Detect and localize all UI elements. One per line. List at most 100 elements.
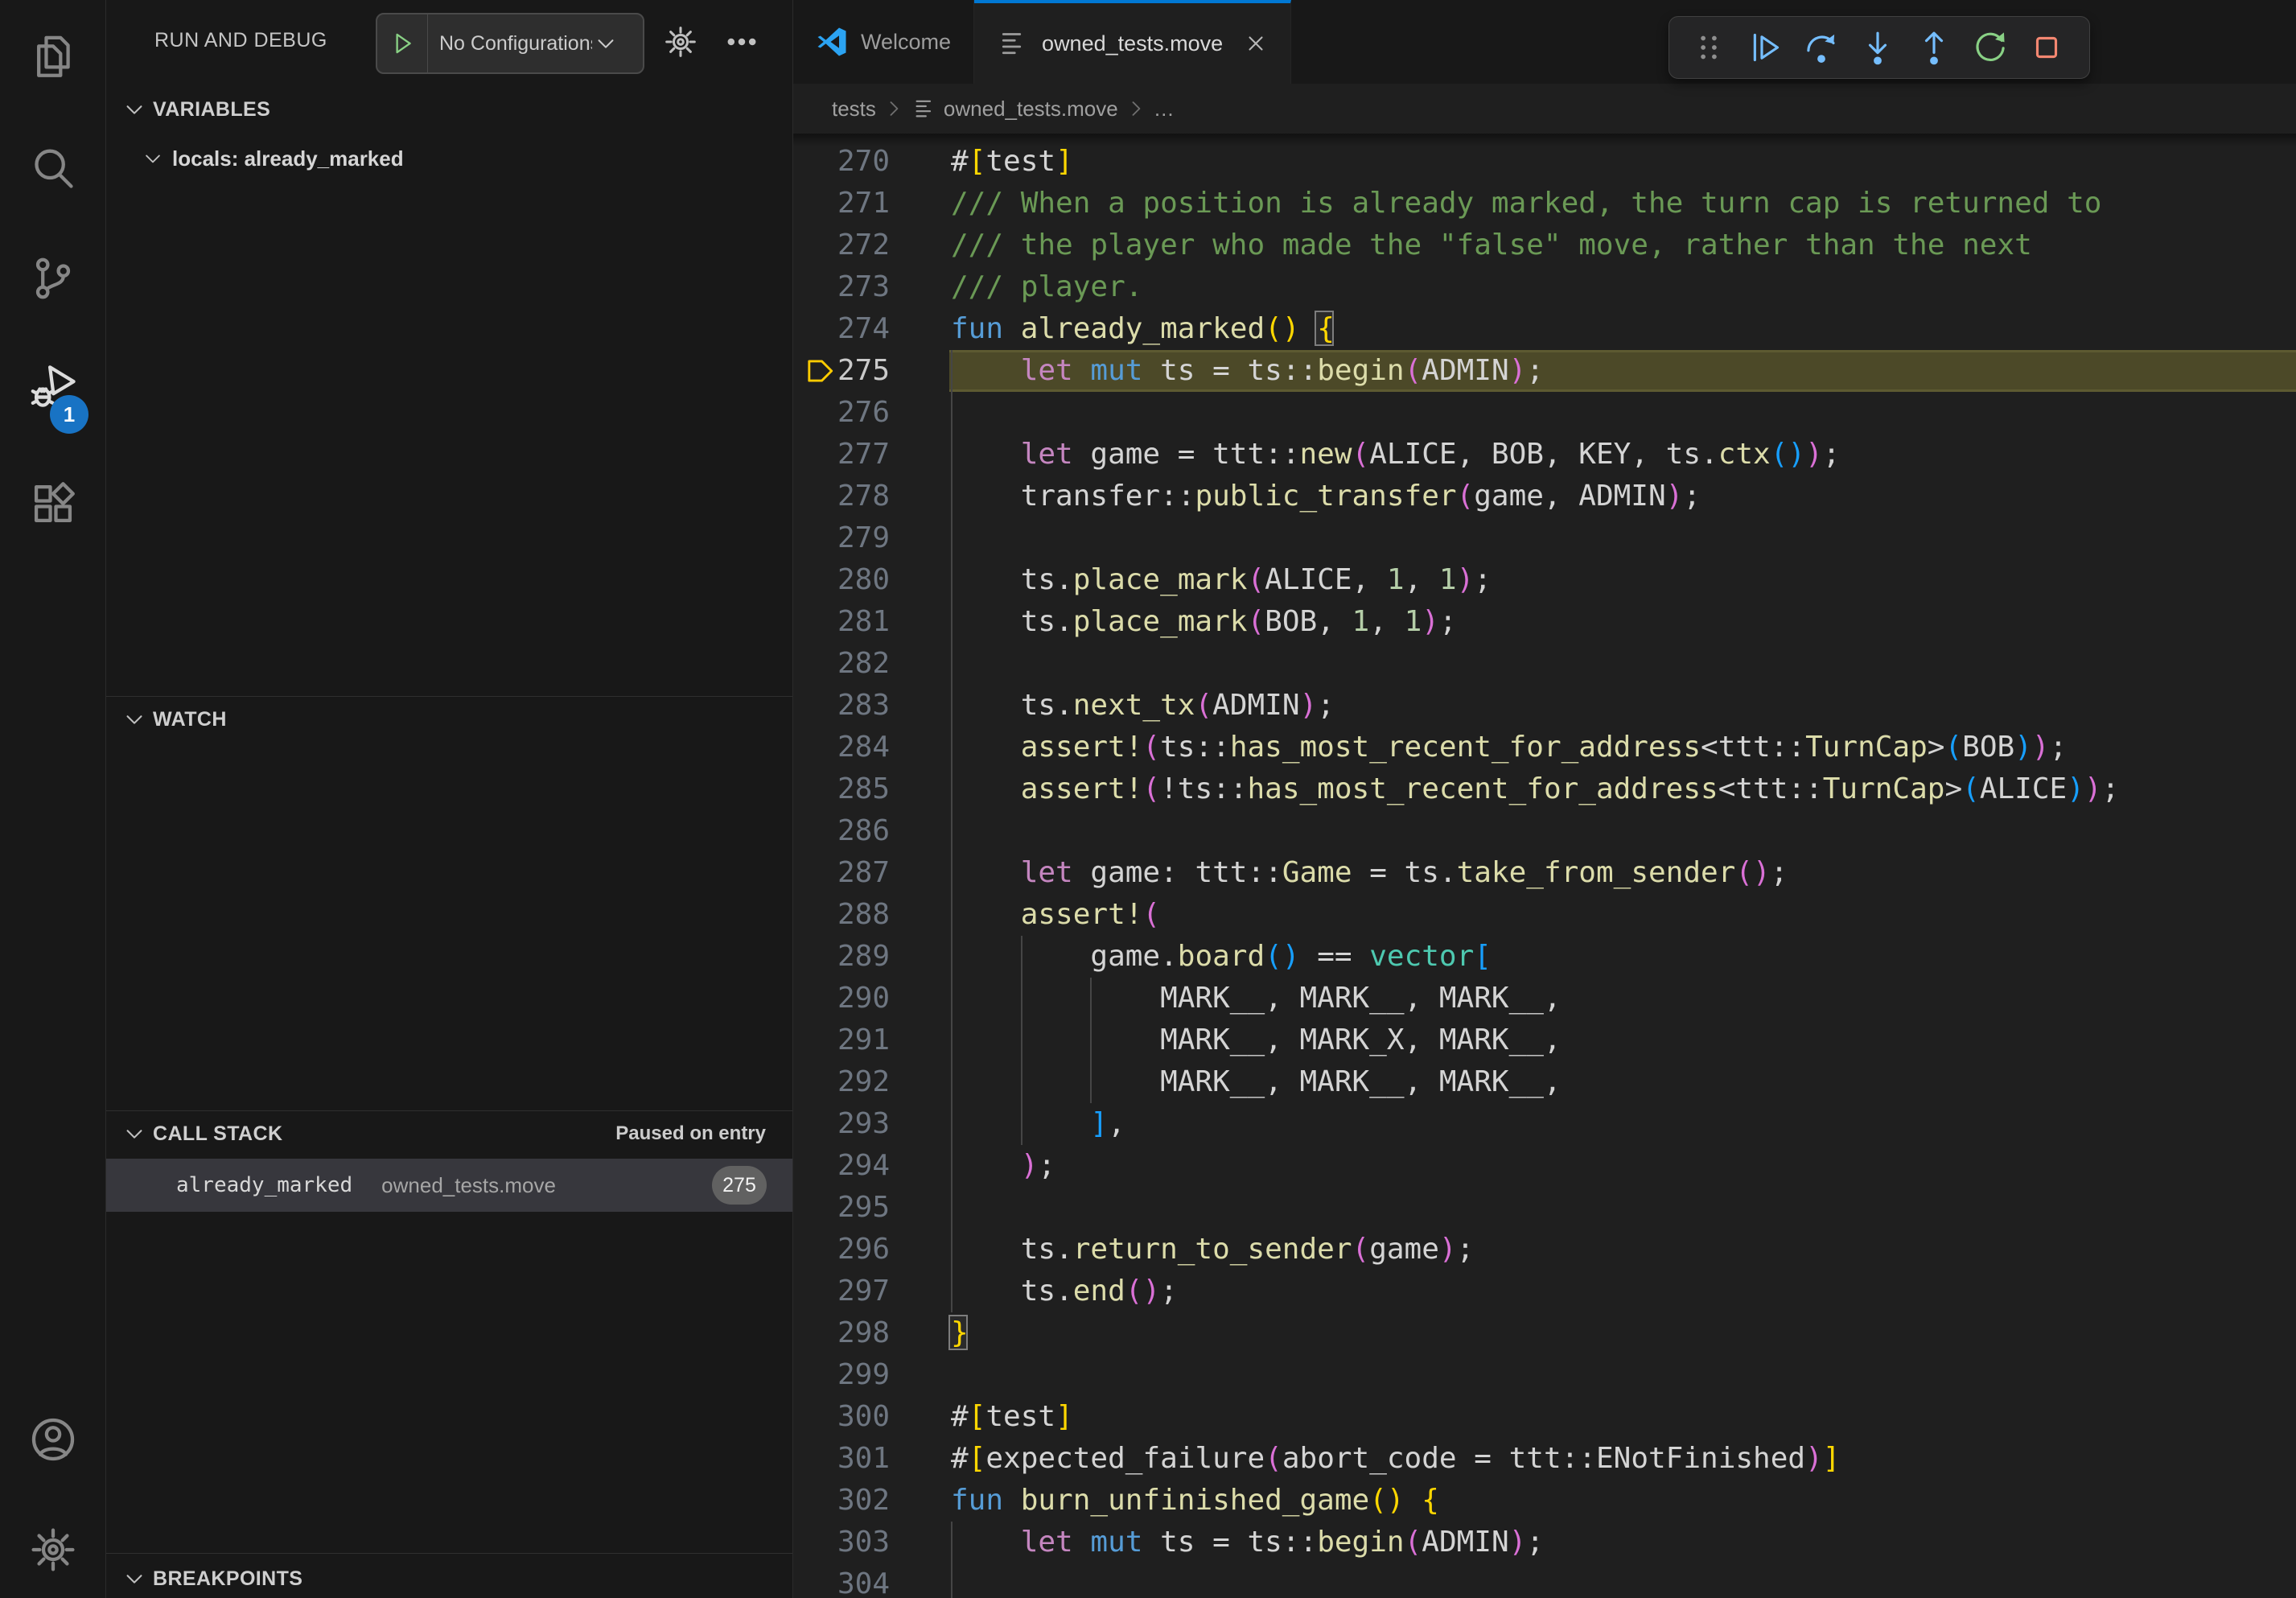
- line-number[interactable]: 285: [793, 768, 890, 810]
- line-number[interactable]: 270: [793, 141, 890, 183]
- code-line-304[interactable]: 304: [793, 1563, 2296, 1598]
- code-line-277[interactable]: 277 let game = ttt::new(ALICE, BOB, KEY,…: [793, 434, 2296, 476]
- line-number[interactable]: 290: [793, 978, 890, 1019]
- activity-item-run-and-debug[interactable]: 1: [0, 342, 105, 430]
- variables-scope-locals[interactable]: locals: already_marked: [106, 138, 792, 179]
- code-line-286[interactable]: 286: [793, 810, 2296, 852]
- code-line-282[interactable]: 282: [793, 643, 2296, 685]
- activity-item-explorer[interactable]: [0, 11, 105, 100]
- code-line-299[interactable]: 299: [793, 1354, 2296, 1396]
- line-number[interactable]: 296: [793, 1229, 890, 1271]
- code-line-280[interactable]: 280 ts.place_mark(ALICE, 1, 1);: [793, 559, 2296, 601]
- code-line-270[interactable]: 270#[test]: [793, 141, 2296, 183]
- tab-welcome[interactable]: Welcome: [793, 0, 974, 84]
- toolbar-drag-handle[interactable]: [1681, 23, 1737, 72]
- line-number[interactable]: 289: [793, 936, 890, 978]
- code-line-302[interactable]: 302fun burn_unfinished_game() {: [793, 1480, 2296, 1522]
- activity-item-account[interactable]: [0, 1395, 105, 1484]
- code-line-298[interactable]: 298}: [793, 1312, 2296, 1354]
- line-number[interactable]: 272: [793, 224, 890, 266]
- code-line-279[interactable]: 279: [793, 517, 2296, 559]
- step-over-button[interactable]: [1793, 23, 1850, 72]
- code-line-275[interactable]: 275 let mut ts = ts::begin(ADMIN);: [793, 350, 2296, 392]
- code-line-276[interactable]: 276: [793, 392, 2296, 434]
- code-line-297[interactable]: 297 ts.end();: [793, 1271, 2296, 1312]
- line-number[interactable]: 303: [793, 1522, 890, 1563]
- section-variables[interactable]: VARIABLES: [106, 89, 792, 130]
- code-line-301[interactable]: 301#[expected_failure(abort_code = ttt::…: [793, 1438, 2296, 1480]
- section-call-stack[interactable]: CALL STACK Paused on entry: [106, 1113, 792, 1155]
- debug-config-dropdown[interactable]: No Configurations: [376, 13, 644, 74]
- code-line-290[interactable]: 290 MARK__, MARK__, MARK__,: [793, 978, 2296, 1019]
- line-number[interactable]: 284: [793, 727, 890, 768]
- code-line-285[interactable]: 285 assert!(!ts::has_most_recent_for_add…: [793, 768, 2296, 810]
- line-number[interactable]: 292: [793, 1061, 890, 1103]
- line-number[interactable]: 302: [793, 1480, 890, 1522]
- restart-button[interactable]: [1962, 23, 2018, 72]
- call-stack-frame[interactable]: already_marked owned_tests.move 275: [106, 1159, 792, 1212]
- activity-item-settings[interactable]: [0, 1505, 105, 1594]
- code-line-281[interactable]: 281 ts.place_mark(BOB, 1, 1);: [793, 601, 2296, 643]
- code-line-278[interactable]: 278 transfer::public_transfer(game, ADMI…: [793, 476, 2296, 517]
- line-number[interactable]: 286: [793, 810, 890, 852]
- code-line-294[interactable]: 294 );: [793, 1145, 2296, 1187]
- line-number[interactable]: 291: [793, 1019, 890, 1061]
- line-number[interactable]: 273: [793, 266, 890, 308]
- line-number[interactable]: 295: [793, 1187, 890, 1229]
- activity-item-extensions[interactable]: [0, 459, 105, 548]
- line-number[interactable]: 300: [793, 1396, 890, 1438]
- line-number[interactable]: 282: [793, 643, 890, 685]
- breadcrumb-item[interactable]: …: [1154, 97, 1175, 121]
- code-line-291[interactable]: 291 MARK__, MARK_X, MARK__,: [793, 1019, 2296, 1061]
- line-number[interactable]: 280: [793, 559, 890, 601]
- line-number[interactable]: 274: [793, 308, 890, 350]
- debug-settings-gear-icon[interactable]: [660, 21, 702, 63]
- code-line-273[interactable]: 273/// player.: [793, 266, 2296, 308]
- code-line-296[interactable]: 296 ts.return_to_sender(game);: [793, 1229, 2296, 1271]
- line-number[interactable]: 283: [793, 685, 890, 727]
- line-number[interactable]: 299: [793, 1354, 890, 1396]
- line-number[interactable]: 301: [793, 1438, 890, 1480]
- activity-item-search[interactable]: [0, 124, 105, 212]
- code-editor[interactable]: 270#[test]271/// When a position is alre…: [793, 134, 2296, 1598]
- start-debugging-icon[interactable]: [377, 14, 428, 72]
- line-number[interactable]: 276: [793, 392, 890, 434]
- code-line-295[interactable]: 295: [793, 1187, 2296, 1229]
- breadcrumb-item[interactable]: tests: [832, 97, 876, 121]
- code-line-289[interactable]: 289 game.board() == vector[: [793, 936, 2296, 978]
- tab-owned-tests-move[interactable]: owned_tests.move: [974, 0, 1291, 84]
- line-number[interactable]: 288: [793, 894, 890, 936]
- step-into-button[interactable]: [1850, 23, 1906, 72]
- code-line-287[interactable]: 287 let game: ttt::Game = ts.take_from_s…: [793, 852, 2296, 894]
- code-line-303[interactable]: 303 let mut ts = ts::begin(ADMIN);: [793, 1522, 2296, 1563]
- code-line-284[interactable]: 284 assert!(ts::has_most_recent_for_addr…: [793, 727, 2296, 768]
- more-actions-icon[interactable]: [721, 21, 763, 63]
- code-line-274[interactable]: 274fun already_marked() {: [793, 308, 2296, 350]
- code-line-283[interactable]: 283 ts.next_tx(ADMIN);: [793, 685, 2296, 727]
- stop-button[interactable]: [2018, 23, 2075, 72]
- close-icon[interactable]: [1244, 31, 1268, 56]
- breadcrumb-item[interactable]: owned_tests.move: [944, 97, 1118, 121]
- line-number[interactable]: 277: [793, 434, 890, 476]
- code-line-271[interactable]: 271/// When a position is already marked…: [793, 183, 2296, 224]
- line-number[interactable]: 304: [793, 1563, 890, 1598]
- line-number[interactable]: 293: [793, 1103, 890, 1145]
- continue-button[interactable]: [1737, 23, 1793, 72]
- line-number[interactable]: 294: [793, 1145, 890, 1187]
- line-number[interactable]: 298: [793, 1312, 890, 1354]
- code-line-288[interactable]: 288 assert!(: [793, 894, 2296, 936]
- code-line-292[interactable]: 292 MARK__, MARK__, MARK__,: [793, 1061, 2296, 1103]
- line-number[interactable]: 281: [793, 601, 890, 643]
- step-out-button[interactable]: [1906, 23, 1962, 72]
- code-line-272[interactable]: 272/// the player who made the "false" m…: [793, 224, 2296, 266]
- line-number[interactable]: 271: [793, 183, 890, 224]
- line-number[interactable]: 275: [793, 350, 890, 392]
- line-number[interactable]: 279: [793, 517, 890, 559]
- code-line-293[interactable]: 293 ],: [793, 1103, 2296, 1145]
- section-breakpoints[interactable]: BREAKPOINTS: [106, 1558, 792, 1598]
- line-number[interactable]: 287: [793, 852, 890, 894]
- line-number[interactable]: 297: [793, 1271, 890, 1312]
- code-line-300[interactable]: 300#[test]: [793, 1396, 2296, 1438]
- line-number[interactable]: 278: [793, 476, 890, 517]
- section-watch[interactable]: WATCH: [106, 698, 792, 740]
